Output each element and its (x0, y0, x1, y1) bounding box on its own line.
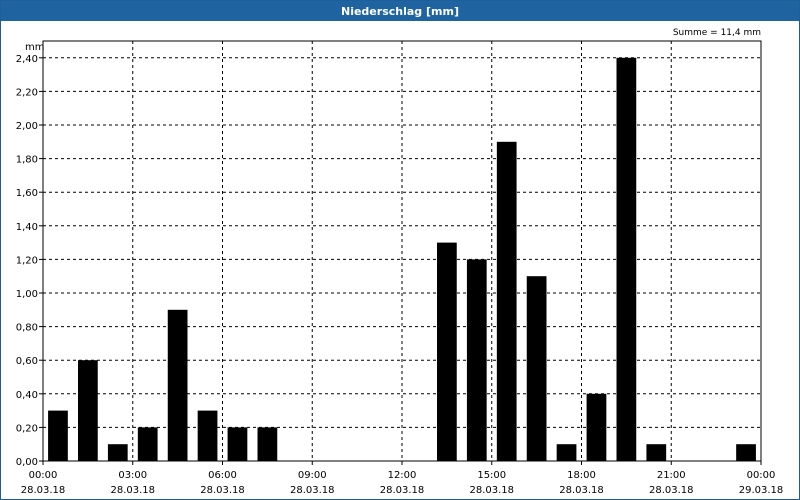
x-tick-time-label: 18:00 (567, 470, 596, 481)
precipitation-bar (227, 427, 248, 461)
x-tick-date-label: 29.03.18 (739, 485, 784, 496)
x-tick-date-label: 28.03.18 (559, 485, 604, 496)
precipitation-bar (736, 444, 756, 461)
y-tick-label: 2,00 (16, 121, 38, 132)
y-tick-label: 1,00 (16, 289, 38, 300)
precipitation-bar (616, 57, 637, 462)
y-tick-label: 0,20 (16, 423, 38, 434)
x-tick-time-label: 21:00 (657, 470, 686, 481)
window-title: Niederschlag [mm] (1, 1, 799, 21)
x-tick-date-label: 28.03.18 (469, 485, 514, 496)
x-axis-ticks: 00:00 28.03.18 03:00 28.03.18 06:00 28.03.18 0… (21, 461, 784, 496)
x-tick-time-label: 06:00 (208, 470, 237, 481)
x-tick-date-label: 28.03.18 (110, 485, 155, 496)
precipitation-bar (466, 259, 487, 461)
y-axis-ticks: 0,00 0,20 0,40 0,60 0,80 1,00 1,20 1,40 1,60 1,80… (16, 54, 43, 468)
x-tick-date-label: 28.03.18 (380, 485, 425, 496)
y-tick-label: 0,00 (16, 457, 38, 468)
y-tick-label: 2,20 (16, 87, 38, 98)
y-tick-label: 0,40 (16, 390, 38, 401)
x-tick-date-label: 28.03.18 (290, 485, 335, 496)
x-tick-date-label: 28.03.18 (200, 485, 245, 496)
y-tick-label: 1,60 (16, 188, 38, 199)
x-tick-time-label: 00:00 (29, 470, 58, 481)
y-tick-label: 2,40 (16, 54, 38, 65)
x-tick-date-label: 28.03.18 (21, 485, 66, 496)
precipitation-bar (496, 141, 517, 462)
x-tick-time-label: 15:00 (477, 470, 506, 481)
y-tick-label: 1,80 (16, 155, 38, 166)
precipitation-bar (107, 444, 128, 461)
precipitation-bar (167, 309, 188, 461)
x-tick-time-label: 12:00 (388, 470, 417, 481)
precipitation-bar (48, 410, 68, 461)
grid-lines (43, 41, 761, 461)
precipitation-bar (526, 276, 547, 461)
x-tick-time-label: 03:00 (118, 470, 147, 481)
precipitation-bar (586, 393, 607, 461)
precipitation-chart: mm 0,00 0,20 0,40 0,60 0,80 1,00 1,20 1,40 1,60 1… (16, 40, 784, 496)
y-axis-unit-label: mm (25, 42, 44, 53)
precipitation-bar (437, 242, 457, 461)
x-tick-time-label: 09:00 (298, 470, 327, 481)
precipitation-bar (257, 427, 278, 461)
y-tick-label: 0,60 (16, 356, 38, 367)
precipitation-bar (78, 360, 98, 461)
x-tick-time-label: 00:00 (747, 470, 776, 481)
y-tick-label: 1,20 (16, 255, 38, 266)
x-tick-date-label: 28.03.18 (649, 485, 694, 496)
precipitation-bar (556, 444, 577, 461)
precipitation-bar (197, 410, 218, 461)
y-tick-label: 0,80 (16, 323, 38, 334)
precipitation-bar (646, 444, 667, 461)
chart-window: Niederschlag [mm] Summe = 11,4 mm mm 0,0… (0, 0, 800, 500)
y-tick-label: 1,40 (16, 222, 38, 233)
precipitation-bar (137, 427, 158, 461)
